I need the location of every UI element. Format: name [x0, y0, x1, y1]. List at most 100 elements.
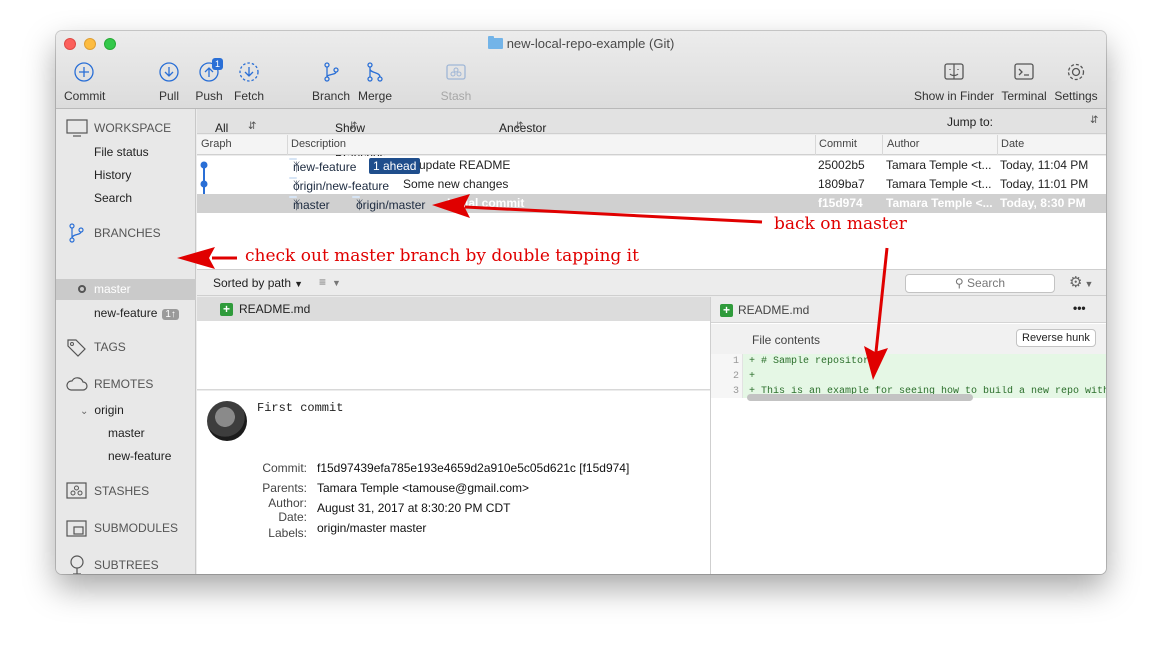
sidebar-item-file-status[interactable]: File status [94, 145, 149, 159]
stash-button[interactable]: Stash [436, 61, 476, 103]
jump-to-label: Jump to: [947, 115, 994, 129]
stash-icon [66, 482, 87, 499]
labels-value: origin/master master [317, 521, 427, 535]
more-options-icon[interactable]: ••• [1073, 301, 1086, 315]
hunk-title: File contents [752, 333, 821, 347]
commit-message: Some new changes [403, 177, 509, 191]
merge-button[interactable]: Merge [356, 61, 394, 103]
commit-date: Today, 11:04 PM [1000, 158, 1089, 172]
push-button[interactable]: Push 1 [192, 58, 226, 103]
commit-row-selected[interactable]: ᛉ master ᛉ origin/master Initial commit … [197, 194, 1106, 213]
app-window: new-local-repo-example (Git) Commit Pull… [56, 31, 1106, 574]
sidebar-section-subtrees[interactable]: SUBTREES [66, 555, 159, 574]
commit-message: update README [419, 158, 511, 172]
chevron-down-icon: ▼ [294, 279, 303, 289]
toolbar: new-local-repo-example (Git) Commit Pull… [56, 31, 1106, 109]
diff-pane: + README.md ••• File contents Reverse hu… [710, 297, 1106, 574]
labels-label: Labels: [268, 526, 307, 540]
sidebar-item-origin[interactable]: ⌄ origin [80, 403, 124, 417]
chevron-down-icon: ▼ [332, 278, 341, 288]
window-title: new-local-repo-example (Git) [56, 36, 1106, 51]
author-avatar [207, 401, 247, 441]
diff-file-header: + README.md ••• [711, 297, 1106, 323]
sidebar: WORKSPACE File status History Search BRA… [56, 109, 196, 574]
branch-label[interactable]: ᛉ new-feature [289, 158, 356, 174]
file-name: README.md [239, 302, 311, 316]
column-graph[interactable]: Graph [201, 138, 232, 150]
ahead-label: 1 ahead [369, 158, 421, 174]
branch-label[interactable]: ᛉ origin/master [352, 196, 425, 212]
monitor-icon [66, 119, 88, 137]
sidebar-item-history[interactable]: History [94, 168, 131, 182]
sidebar-section-tags[interactable]: TAGS [66, 337, 126, 357]
gear-icon [1067, 63, 1085, 81]
search-input[interactable]: ⚲ Search [905, 274, 1055, 293]
terminal-icon [1014, 63, 1034, 80]
commit-row[interactable]: ᛉ new-feature 1 ahead update README 2500… [197, 156, 1106, 175]
push-count-badge: 1 [212, 58, 224, 70]
sidebar-section-stashes[interactable]: STASHES [66, 482, 149, 500]
view-mode-select[interactable]: ≡ ▼ [319, 275, 341, 289]
sidebar-item-origin-new-feature[interactable]: new-feature [108, 449, 171, 463]
commit-hash: 25002b5 [818, 158, 865, 172]
current-branch-icon [78, 285, 86, 293]
added-file-icon: + [720, 304, 733, 317]
commit-date: Today, 8:30 PM [1000, 196, 1086, 210]
column-description[interactable]: Description [291, 138, 346, 150]
updown-icon: ⇵ [515, 121, 524, 132]
sidebar-item-search[interactable]: Search [94, 191, 132, 205]
commit-details: First commit Commit: f15d97439efa785e193… [197, 391, 710, 574]
sidebar-item-new-feature[interactable]: new-feature 1↑ [94, 306, 179, 320]
date-label: Date: [278, 510, 307, 524]
fetch-button[interactable]: Fetch [232, 61, 266, 103]
reverse-hunk-button[interactable]: Reverse hunk [1016, 329, 1096, 347]
column-commit[interactable]: Commit [819, 138, 857, 150]
pull-icon [159, 62, 179, 82]
column-author[interactable]: Author [887, 138, 919, 150]
sidebar-section-remotes[interactable]: REMOTES [66, 376, 153, 392]
terminal-button[interactable]: Terminal [1000, 61, 1048, 103]
updown-icon: ⇵ [248, 121, 257, 132]
cloud-icon [66, 377, 88, 391]
commit-author: Tamara Temple <t... [886, 177, 992, 191]
list-icon: ≡ [319, 275, 327, 289]
parents-value: Tamara Temple <tamouse@gmail.com> [317, 481, 530, 495]
branch-label[interactable]: ᛉ origin/new-feature [289, 177, 389, 193]
hunk-header: File contents Reverse hunk [711, 324, 1106, 354]
submodule-icon [66, 520, 87, 537]
settings-button[interactable]: Settings [1053, 61, 1099, 103]
file-row[interactable]: + README.md [197, 297, 710, 321]
commit-row[interactable]: ᛉ origin/new-feature Some new changes 18… [197, 175, 1106, 194]
jump-to-select[interactable]: ⇵ [1090, 115, 1098, 126]
commit-date: Today, 11:01 PM [1000, 177, 1089, 191]
sidebar-section-branches[interactable]: BRANCHES [66, 223, 161, 243]
changed-files-list: + README.md [197, 297, 710, 390]
author-label: Author: [268, 496, 307, 510]
log-filter-bar: All Branches⇵ Show Remote Branches⇵ Ance… [197, 109, 1106, 163]
commit-label: Commit: [262, 461, 307, 475]
horizontal-scrollbar[interactable] [747, 394, 973, 401]
branch-label[interactable]: ᛉ master [289, 196, 330, 212]
branch-icon [69, 223, 84, 243]
show-in-finder-button[interactable]: Show in Finder [914, 61, 994, 103]
diff-line: 2 + [732, 371, 756, 382]
column-date[interactable]: Date [1001, 138, 1024, 150]
commit-button[interactable]: Commit [64, 61, 105, 103]
search-icon: ⚲ [954, 276, 968, 290]
sidebar-section-submodules[interactable]: SUBMODULES [66, 519, 178, 537]
commit-message: Initial commit [447, 196, 525, 210]
commit-hash: f15d974 [818, 196, 863, 210]
ahead-badge: 1↑ [162, 309, 179, 320]
pull-button[interactable]: Pull [152, 61, 186, 103]
sort-select[interactable]: Sorted by path ▼ [213, 276, 303, 290]
sidebar-item-master[interactable]: master [56, 279, 196, 300]
checkout-annotation: check out master branch by double tappin… [245, 246, 639, 266]
branch-button[interactable]: Branch [311, 61, 351, 103]
commit-author: Tamara Temple <... [886, 196, 993, 210]
author-date-value: August 31, 2017 at 8:30:20 PM CDT [317, 501, 511, 515]
commit-hash: 1809ba7 [818, 177, 865, 191]
sidebar-section-workspace[interactable]: WORKSPACE [66, 119, 171, 137]
sidebar-item-origin-master[interactable]: master [108, 426, 145, 440]
commit-icon [74, 62, 94, 82]
gear-menu-icon[interactable]: ⚙ ▼ [1069, 273, 1093, 291]
